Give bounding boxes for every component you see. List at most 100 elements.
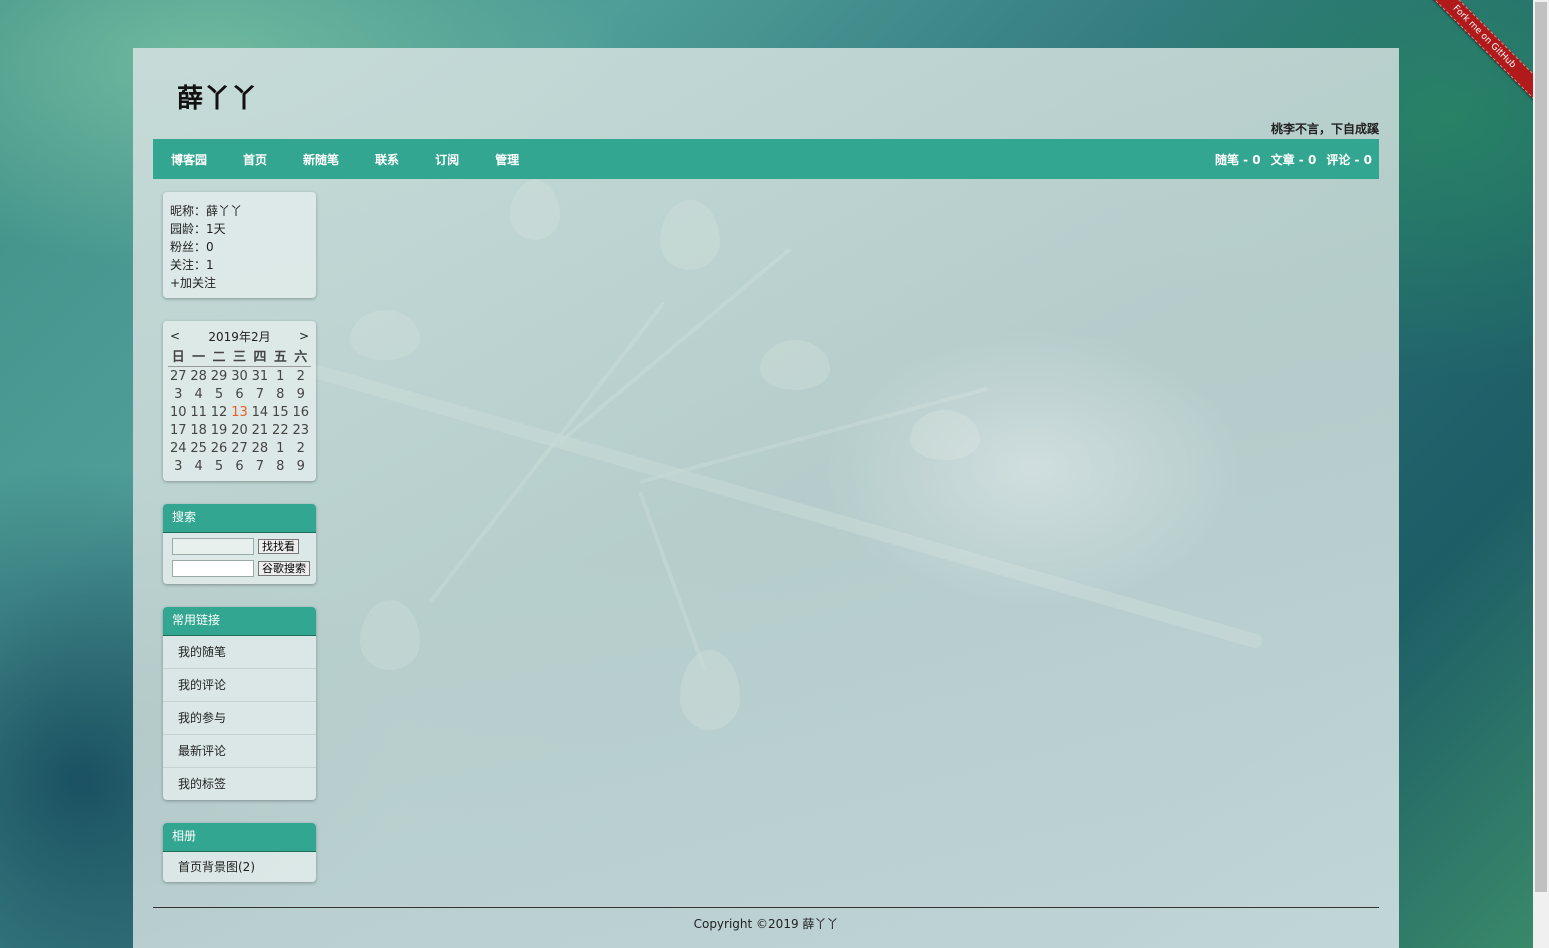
link-latest-comments[interactable]: 最新评论 bbox=[163, 735, 316, 768]
calendar-day[interactable]: 7 bbox=[250, 385, 270, 403]
calendar-month: 2019年2月 bbox=[208, 329, 271, 344]
calendar-day[interactable]: 23 bbox=[291, 421, 311, 439]
calendar-day[interactable]: 27 bbox=[229, 439, 249, 457]
profile-fans[interactable]: 粉丝：0 bbox=[170, 238, 309, 256]
calendar-day[interactable]: 27 bbox=[168, 367, 188, 386]
google-search-row: 谷歌搜索 bbox=[172, 560, 316, 577]
calendar-day[interactable]: 4 bbox=[188, 385, 208, 403]
calendar-day[interactable]: 9 bbox=[291, 385, 311, 403]
link-my-participation[interactable]: 我的参与 bbox=[163, 702, 316, 735]
google-search-input[interactable] bbox=[172, 560, 254, 577]
calendar-day[interactable]: 2 bbox=[291, 439, 311, 457]
sidebar: 昵称：薛丫丫 园龄：1天 粉丝：0 关注：1 +加关注 < 2019年2月 > … bbox=[163, 192, 316, 905]
calendar-day[interactable]: 16 bbox=[291, 403, 311, 421]
calendar-table: 日一二三四五六 27 28 29 30 31 1 2 3 4 5 6 7 8 9 10 11 12 13 14 15 1… bbox=[168, 345, 311, 475]
calendar-day[interactable]: 11 bbox=[188, 403, 208, 421]
site-search-button[interactable]: 找找看 bbox=[258, 539, 299, 554]
calendar-day[interactable]: 3 bbox=[168, 457, 188, 475]
page-background: { "blog": { "title": "薛丫丫", "subtitle": … bbox=[0, 0, 1549, 948]
calendar-day[interactable]: 18 bbox=[188, 421, 208, 439]
link-my-comments[interactable]: 我的评论 bbox=[163, 669, 316, 702]
calendar-weekday: 三 bbox=[229, 345, 250, 367]
calendar-day[interactable]: 4 bbox=[188, 457, 208, 475]
calendar-day[interactable]: 8 bbox=[270, 385, 290, 403]
calendar: < 2019年2月 > 日一二三四五六 27 28 29 30 31 1 2 3 4 5 6 7 8 9 1… bbox=[163, 321, 316, 481]
search-panel: 搜索 找找看 谷歌搜索 bbox=[163, 504, 316, 584]
calendar-day[interactable]: 28 bbox=[188, 367, 208, 386]
github-ribbon[interactable]: Fork me on GitHub bbox=[1423, 0, 1533, 104]
link-my-tags[interactable]: 我的标签 bbox=[163, 768, 316, 800]
calendar-day[interactable]: 6 bbox=[229, 385, 249, 403]
nav-item-subscribe[interactable]: 订阅 bbox=[435, 151, 459, 168]
profile-box: 昵称：薛丫丫 园龄：1天 粉丝：0 关注：1 +加关注 bbox=[163, 192, 316, 298]
nav-menu: 博客园 首页 新随笔 联系 订阅 管理 bbox=[153, 139, 555, 179]
calendar-weekday: 六 bbox=[290, 345, 311, 367]
footer-divider bbox=[153, 907, 1379, 908]
site-search-input[interactable] bbox=[172, 538, 254, 555]
calendar-day[interactable]: 24 bbox=[168, 439, 188, 457]
calendar-day[interactable]: 29 bbox=[209, 367, 229, 386]
calendar-week: 10 11 12 13 14 15 16 bbox=[168, 403, 311, 421]
footer-copyright: Copyright ©2019 薛丫丫 bbox=[693, 917, 839, 931]
album-item[interactable]: 首页背景图(2) bbox=[163, 852, 316, 882]
blog-stats: 随笔 - 0 文章 - 0 评论 - 0 bbox=[1205, 139, 1372, 179]
calendar-weekday: 一 bbox=[188, 345, 209, 367]
calendar-next-button[interactable]: > bbox=[297, 329, 311, 343]
follow-button[interactable]: +加关注 bbox=[170, 274, 309, 292]
github-ribbon-wrapper: Fork me on GitHub bbox=[1423, 0, 1533, 110]
calendar-day[interactable]: 25 bbox=[188, 439, 208, 457]
profile-following[interactable]: 关注：1 bbox=[170, 256, 309, 274]
calendar-day[interactable]: 6 bbox=[229, 457, 249, 475]
calendar-week: 3456789 bbox=[168, 385, 311, 403]
album-title: 相册 bbox=[163, 823, 316, 852]
nav-item-contact[interactable]: 联系 bbox=[375, 151, 399, 168]
scrollbar-thumb[interactable] bbox=[1535, 2, 1547, 892]
google-search-button[interactable]: 谷歌搜索 bbox=[258, 561, 310, 576]
calendar-day[interactable]: 19 bbox=[209, 421, 229, 439]
calendar-day[interactable]: 17 bbox=[168, 421, 188, 439]
profile-nickname: 昵称：薛丫丫 bbox=[170, 204, 243, 218]
album-panel: 相册 首页背景图(2) bbox=[163, 823, 316, 882]
calendar-week: 27 28 29 30 31 1 2 bbox=[168, 367, 311, 386]
calendar-day[interactable]: 26 bbox=[209, 439, 229, 457]
link-my-posts[interactable]: 我的随笔 bbox=[163, 636, 316, 669]
calendar-day[interactable]: 2 bbox=[291, 367, 311, 386]
calendar-prev-button[interactable]: < bbox=[168, 329, 182, 343]
calendar-header: < 2019年2月 > bbox=[168, 327, 311, 345]
nav-item-new-post[interactable]: 新随笔 bbox=[303, 151, 339, 168]
calendar-weekday: 日 bbox=[168, 345, 189, 367]
blog-container: 薛丫丫 桃李不言，下自成蹊 博客园 首页 新随笔 联系 订阅 管理 随笔 - 0… bbox=[133, 48, 1399, 948]
blog-title[interactable]: 薛丫丫 bbox=[177, 78, 258, 115]
calendar-day[interactable]: 5 bbox=[209, 457, 229, 475]
calendar-day[interactable]: 31 bbox=[250, 367, 270, 386]
common-links-panel: 常用链接 我的随笔 我的评论 我的参与 最新评论 我的标签 bbox=[163, 607, 316, 800]
calendar-day[interactable]: 8 bbox=[270, 457, 290, 475]
scrollbar[interactable] bbox=[1533, 0, 1549, 948]
navbar: 博客园 首页 新随笔 联系 订阅 管理 随笔 - 0 文章 - 0 评论 - 0 bbox=[153, 139, 1379, 179]
calendar-days: 27 28 29 30 31 1 2 3 4 5 6 7 8 9 10 11 12 13 14 15 16 17 18 19 2… bbox=[168, 367, 311, 476]
common-links-list: 我的随笔 我的评论 我的参与 最新评论 我的标签 bbox=[163, 636, 316, 800]
calendar-day[interactable]: 9 bbox=[291, 457, 311, 475]
calendar-day[interactable]: 21 bbox=[250, 421, 270, 439]
calendar-day[interactable]: 15 bbox=[270, 403, 290, 421]
comments-count: 评论 - 0 bbox=[1326, 152, 1372, 167]
calendar-day[interactable]: 14 bbox=[250, 403, 270, 421]
calendar-day[interactable]: 30 bbox=[229, 367, 249, 386]
nav-item-admin[interactable]: 管理 bbox=[495, 151, 519, 168]
calendar-day[interactable]: 22 bbox=[270, 421, 290, 439]
calendar-day[interactable]: 28 bbox=[250, 439, 270, 457]
calendar-day[interactable]: 1 bbox=[270, 367, 290, 386]
calendar-day[interactable]: 10 bbox=[168, 403, 188, 421]
calendar-day[interactable]: 5 bbox=[209, 385, 229, 403]
calendar-day[interactable]: 20 bbox=[229, 421, 249, 439]
nav-item-cnblogs[interactable]: 博客园 bbox=[171, 151, 207, 168]
calendar-day[interactable]: 1 bbox=[270, 439, 290, 457]
calendar-week: 3456789 bbox=[168, 457, 311, 475]
calendar-day[interactable]: 7 bbox=[250, 457, 270, 475]
nav-item-home[interactable]: 首页 bbox=[243, 151, 267, 168]
calendar-weekday: 五 bbox=[270, 345, 291, 367]
articles-count: 文章 - 0 bbox=[1270, 152, 1317, 167]
calendar-day-today[interactable]: 13 bbox=[229, 403, 249, 421]
calendar-day[interactable]: 12 bbox=[209, 403, 229, 421]
calendar-day[interactable]: 3 bbox=[168, 385, 188, 403]
